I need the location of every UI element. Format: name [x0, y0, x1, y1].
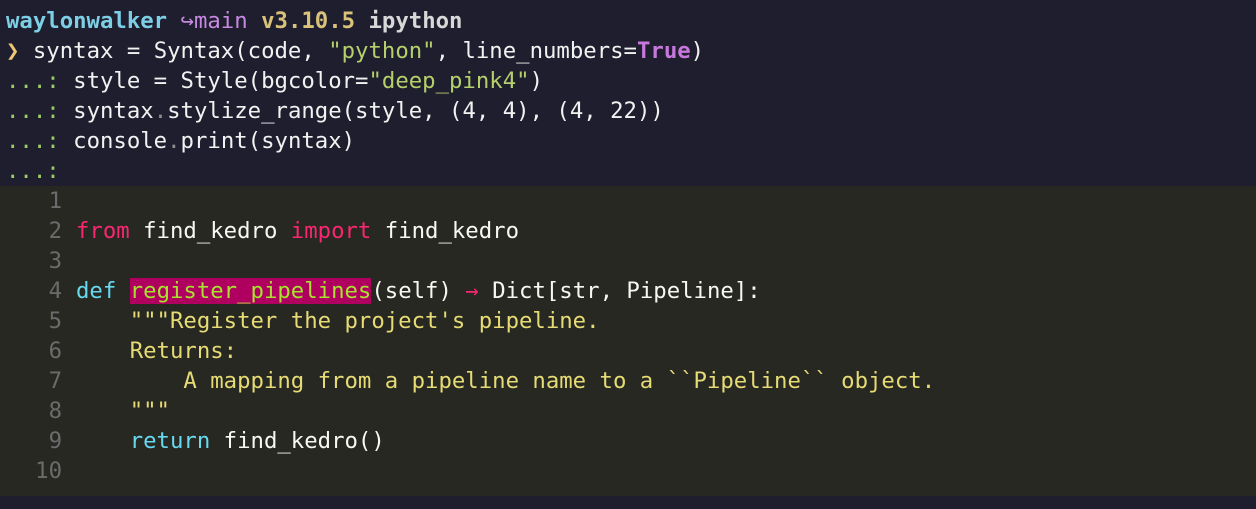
code-text: console — [73, 128, 168, 154]
code-text: syntax — [73, 98, 154, 124]
input-line-2[interactable]: ...: style = Style(bgcolor="deep_pink4") — [6, 66, 543, 96]
code-line-9: 9 return find_kedro() — [0, 426, 385, 456]
highlighted-function-name: register_pipelines — [129, 278, 372, 304]
line-number: 4 — [48, 278, 62, 304]
line-number: 7 — [48, 368, 62, 394]
code-text: style = Style(bgcolor= — [73, 68, 369, 94]
code-text: stylize_range(style, (4, 4), (4, 22)) — [167, 98, 664, 124]
terminal-window[interactable]: waylonwalker ↪main v3.10.5 ipython ❯ syn… — [0, 0, 1256, 509]
code-line-6: 6 Returns: — [0, 336, 238, 366]
docstring: """Register the project's pipeline. — [76, 308, 600, 334]
code-line-2: 2 from find_kedro import find_kedro — [0, 216, 519, 246]
line-number: 3 — [48, 248, 62, 274]
input-line-1[interactable]: ❯ syntax = Syntax(code, "python", line_n… — [6, 36, 704, 66]
code-text: syntax = Syntax(code, — [32, 38, 329, 64]
line-number: 5 — [48, 308, 62, 334]
continuation-prompt: ...: — [6, 128, 60, 154]
line-number: 6 — [48, 338, 62, 364]
line-number: 8 — [48, 398, 62, 424]
code-text: ) — [529, 68, 543, 94]
prompt-python-version: v3.10.5 — [261, 8, 356, 34]
code-text: , line_numbers= — [435, 38, 637, 64]
keyword-return: return — [129, 428, 211, 454]
return-type: Dict[str, Pipeline]: — [478, 278, 761, 304]
code-line-10: 10 — [0, 456, 76, 486]
function-call: find_kedro() — [210, 428, 385, 454]
import-name: find_kedro — [371, 218, 520, 244]
prompt-git-branch: ↪main — [180, 8, 248, 34]
module-name: find_kedro — [129, 218, 291, 244]
syntax-output-panel: 1 2 from find_kedro import find_kedro 3 4… — [0, 186, 1256, 496]
shell-prompt: waylonwalker ↪main v3.10.5 ipython — [6, 6, 462, 36]
keyword-import: import — [290, 218, 372, 244]
keyword-from: from — [76, 218, 130, 244]
code-line-5: 5 """Register the project's pipeline. — [0, 306, 600, 336]
code-line-4: 4 def register_pipelines(self) → Dict[str… — [0, 276, 761, 306]
keyword-def: def — [76, 278, 117, 304]
code-dot: . — [167, 128, 181, 154]
continuation-prompt: ...: — [6, 158, 60, 184]
docstring: Returns: — [76, 338, 238, 364]
line-number: 9 — [48, 428, 62, 454]
prompt-env-name: ipython — [368, 8, 463, 34]
docstring: A mapping from a pipeline name to a ``Pi… — [76, 368, 936, 394]
input-line-5[interactable]: ...: — [6, 156, 60, 186]
line-number: 1 — [48, 188, 62, 214]
code-line-8: 8 """ — [0, 396, 170, 426]
code-dot: . — [153, 98, 168, 124]
continuation-prompt: ...: — [6, 98, 60, 124]
input-line-3[interactable]: ...: syntax.stylize_range(style, (4, 4),… — [6, 96, 664, 126]
function-args: (self) — [371, 278, 466, 304]
prompt-user: waylonwalker — [6, 8, 168, 34]
code-line-1: 1 — [0, 186, 76, 216]
line-number: 10 — [35, 458, 62, 484]
code-line-7: 7 A mapping from a pipeline name to a ``… — [0, 366, 936, 396]
return-arrow-icon: → — [465, 278, 479, 304]
code-text: ) — [690, 38, 705, 64]
docstring: """ — [76, 398, 170, 424]
string-literal: "deep_pink4" — [368, 68, 530, 94]
string-literal: "python" — [328, 38, 436, 64]
prompt-arrow-icon: ❯ — [6, 38, 20, 64]
continuation-prompt: ...: — [6, 68, 60, 94]
input-line-4[interactable]: ...: console.print(syntax) — [6, 126, 355, 156]
code-text: print(syntax) — [180, 128, 356, 154]
keyword-true: True — [636, 38, 691, 64]
line-number: 2 — [48, 218, 62, 244]
code-line-3: 3 — [0, 246, 76, 276]
